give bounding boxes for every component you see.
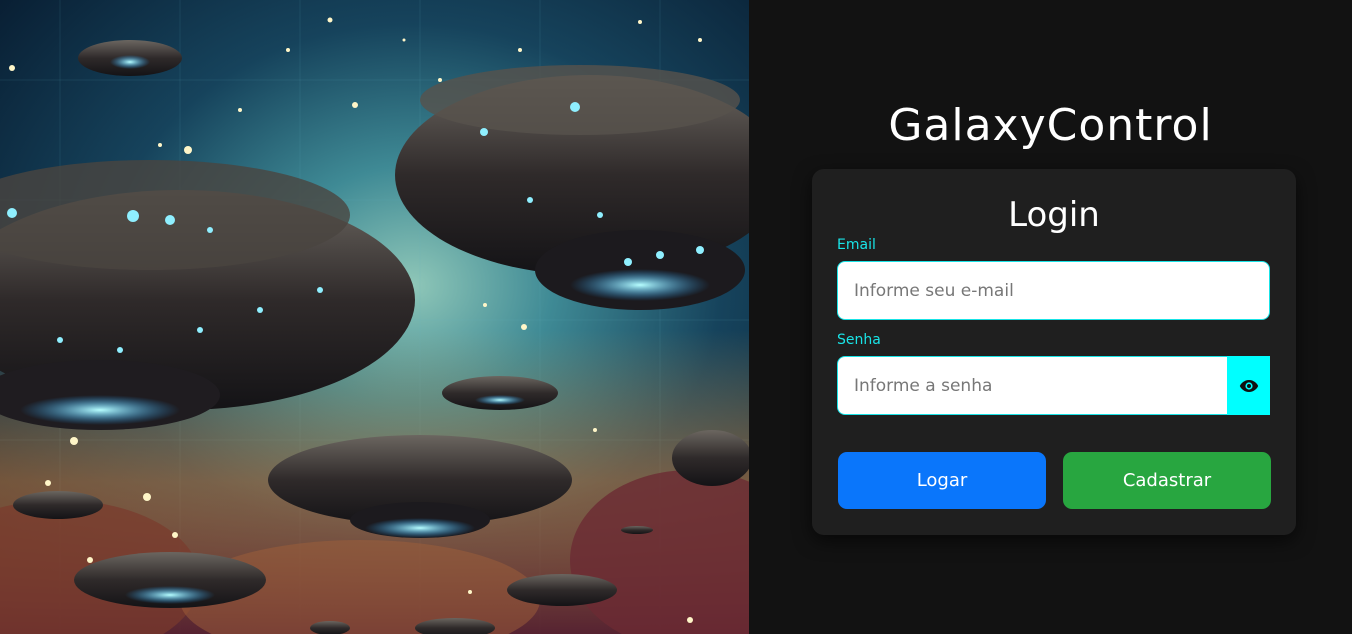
ufo-sky-image [0, 0, 749, 634]
email-input[interactable] [837, 261, 1270, 320]
email-label: Email [837, 237, 876, 253]
login-panel: GalaxyControl Login Email Senha Logar Ca… [749, 0, 1352, 634]
login-button[interactable]: Logar [838, 452, 1046, 509]
password-input[interactable] [837, 356, 1227, 415]
eye-icon [1239, 379, 1258, 392]
app-title: GalaxyControl [888, 100, 1213, 151]
toggle-password-button[interactable] [1227, 356, 1270, 415]
page: GalaxyControl Login Email Senha Logar Ca… [0, 0, 1352, 634]
login-heading: Login [1008, 195, 1100, 235]
password-label: Senha [837, 332, 881, 348]
register-button[interactable]: Cadastrar [1063, 452, 1271, 509]
hero-illustration [0, 0, 749, 634]
login-card: Login Email Senha Logar Cadastrar [812, 169, 1296, 535]
